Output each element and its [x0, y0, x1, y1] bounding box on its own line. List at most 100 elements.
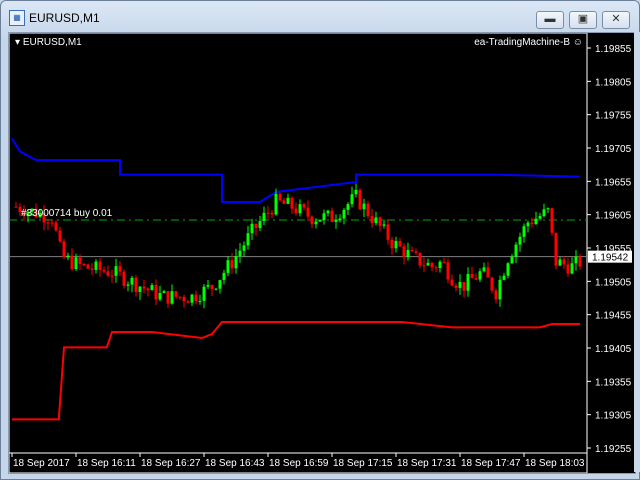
candle-body [410, 250, 414, 252]
candle-body [454, 285, 458, 288]
window-title: EURUSD,M1 [29, 11, 100, 25]
symbol-label[interactable]: ▾ EURUSD,M1 [15, 37, 82, 48]
candle-body [486, 267, 490, 278]
candle-body [470, 274, 474, 279]
candle-body [414, 251, 418, 253]
candle-body [446, 262, 450, 280]
candle-body [550, 208, 554, 233]
price-chart[interactable]: 1.19855 1.19805 1.19755 1.19705 1.19655 1.196… [8, 32, 636, 474]
candle-body [518, 236, 522, 245]
candle-body [558, 259, 562, 266]
candle-body [102, 269, 106, 272]
candle-body [406, 250, 410, 258]
candle-body [474, 278, 478, 280]
candle-body [318, 220, 322, 222]
candle-body [126, 284, 130, 286]
y-tick-label: 1.19355 [595, 377, 632, 388]
smiley-icon: ☺ [572, 37, 583, 48]
candle-body [118, 266, 122, 272]
candle-body [542, 209, 546, 217]
x-tick-label: 18 Sep 17:15 [333, 458, 393, 469]
candle-body [230, 260, 234, 269]
candle-body [390, 239, 394, 249]
x-tick-label: 18 Sep 18:03 [525, 458, 585, 469]
candle-body [462, 281, 466, 291]
candle-body [270, 212, 274, 215]
candle-body [218, 280, 222, 289]
candle-body [506, 263, 510, 276]
candle-body [490, 277, 494, 291]
candle-body [494, 290, 498, 300]
candle-body [254, 223, 258, 228]
candle-body [314, 221, 318, 225]
candle-body [262, 212, 266, 222]
expert-name: ea-TradingMachine-B [474, 37, 570, 48]
candle-body [234, 256, 238, 269]
candle-body [14, 206, 18, 208]
candle-body [198, 300, 202, 302]
candle-body [274, 193, 278, 215]
candle-body [430, 262, 434, 268]
candle-body [194, 294, 198, 302]
close-button[interactable]: ✕ [602, 11, 630, 29]
candle-body [154, 285, 158, 300]
y-tick-label: 1.19805 [595, 77, 632, 88]
candle-body [554, 232, 558, 266]
candle-body [82, 264, 86, 266]
candle-body [426, 262, 430, 266]
y-tick-label: 1.19655 [595, 177, 632, 188]
candle-body [538, 216, 542, 219]
candle-body [326, 210, 330, 214]
bid-price-label: 1.19542 [592, 253, 629, 264]
candle-body [394, 241, 398, 249]
candle-body [54, 222, 58, 231]
candle-body [574, 256, 578, 264]
y-tick-label: 1.19255 [595, 444, 632, 455]
candle-body [434, 267, 438, 269]
candle-body [178, 296, 182, 298]
candle-body [222, 272, 226, 281]
candle-body [322, 213, 326, 221]
candle-body [66, 255, 70, 258]
candle-body [202, 286, 206, 301]
candle-body [514, 244, 518, 257]
candle-body [258, 221, 262, 228]
candle-body [282, 200, 286, 204]
candle-body [466, 274, 470, 291]
y-tick-label: 1.19855 [595, 44, 632, 55]
maximize-button[interactable]: ▣ [569, 11, 597, 29]
chart-canvas[interactable]: 1.19855 1.19805 1.19755 1.19705 1.19655 1.196… [9, 33, 635, 473]
plot-border [9, 33, 588, 473]
window-border [634, 32, 640, 472]
expert-label[interactable]: ea-TradingMachine-B ☺ [474, 37, 583, 48]
candle-body [162, 291, 166, 293]
candle-body [170, 291, 174, 304]
candle-body [350, 194, 354, 205]
candle-body [522, 226, 526, 237]
candle-body [418, 252, 422, 266]
candle-body [46, 222, 50, 224]
order-label: #33000714 buy 0.01 [21, 208, 113, 219]
minimize-button[interactable]: ▬ [536, 11, 564, 29]
candle-body [354, 189, 358, 195]
candle-body [74, 257, 78, 270]
candle-body [58, 230, 62, 242]
candle-body [298, 204, 302, 214]
candle-body [338, 218, 342, 221]
candle-body [146, 288, 150, 291]
candle-body [302, 204, 306, 208]
candle-body [510, 256, 514, 264]
candle-body [50, 222, 54, 224]
y-tick-label: 1.19405 [595, 344, 632, 355]
candle-body [478, 271, 482, 280]
candle-body [174, 291, 178, 297]
candle-body [294, 208, 298, 214]
candle-body [90, 268, 94, 270]
candle-body [166, 291, 170, 304]
candle-body [110, 275, 114, 277]
candle-body [358, 189, 362, 210]
candle-body [158, 292, 162, 300]
candle-body [134, 277, 138, 292]
y-tick-label: 1.19605 [595, 211, 632, 222]
x-tick-label: 18 Sep 16:59 [269, 458, 329, 469]
